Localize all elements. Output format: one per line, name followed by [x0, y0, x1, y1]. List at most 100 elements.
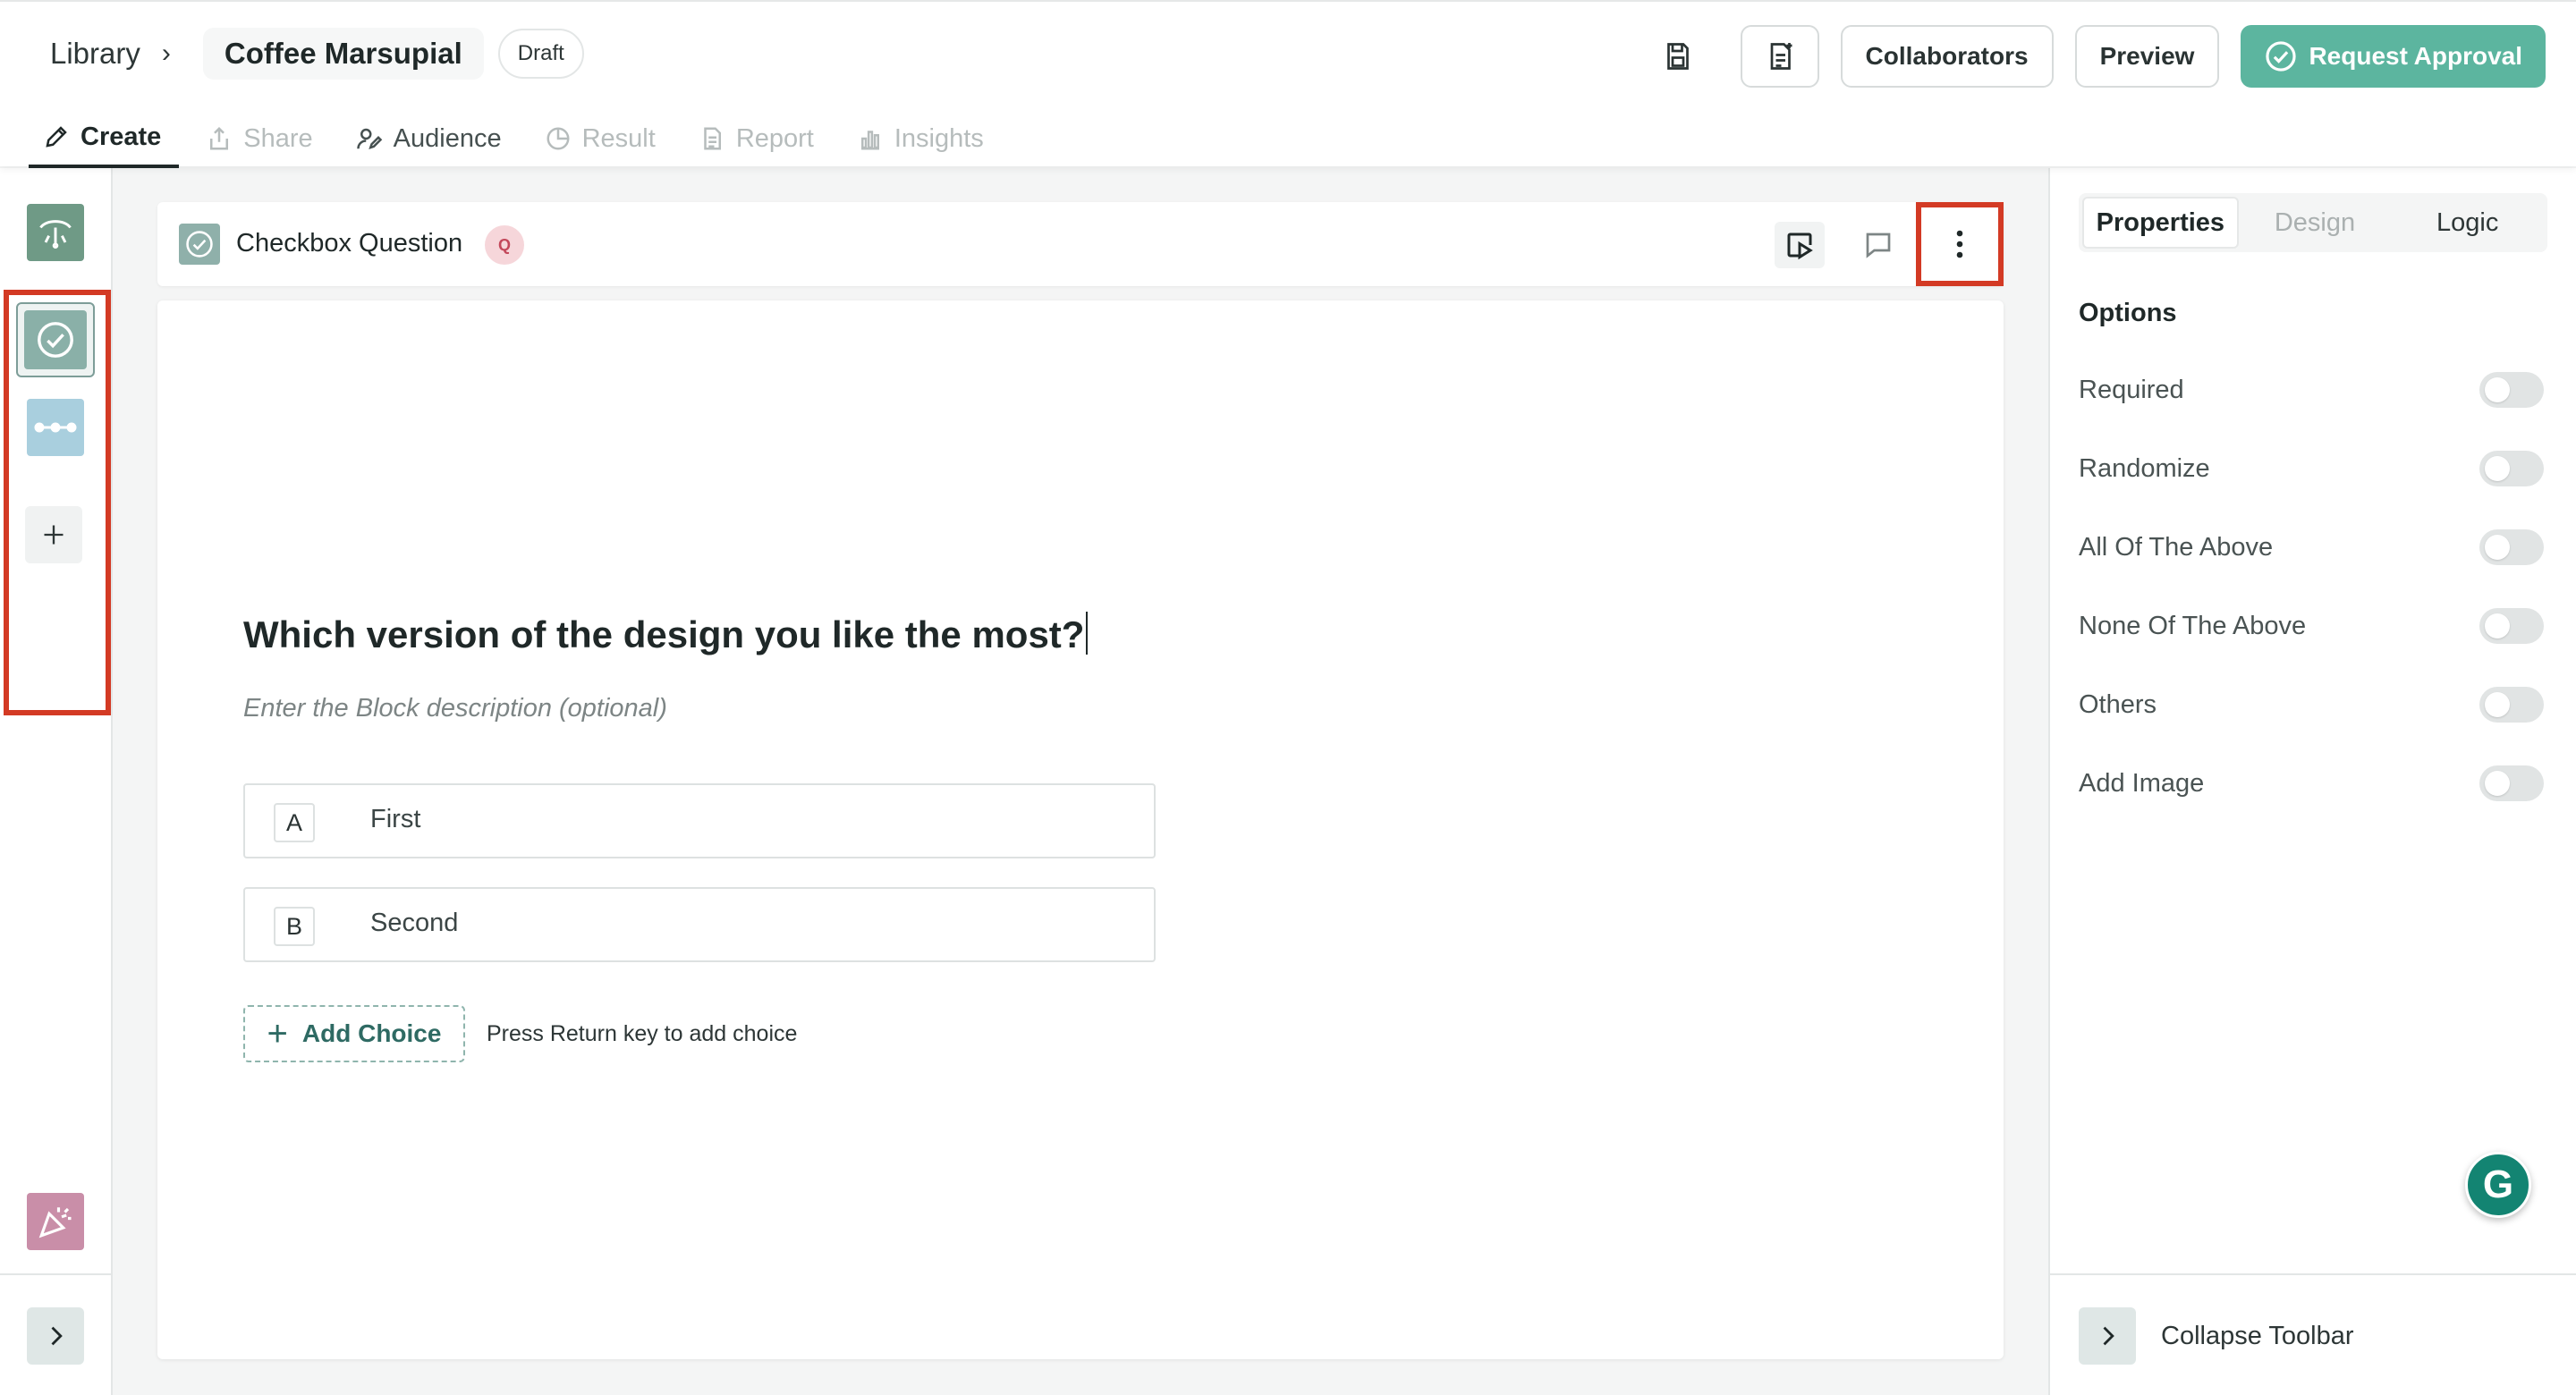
add-choice-button[interactable]: + Add Choice	[243, 1005, 465, 1062]
option-label: Others	[2079, 690, 2157, 719]
check-circle-icon	[186, 231, 213, 258]
tab-share-label: Share	[243, 123, 313, 153]
text-caret	[1086, 612, 1089, 655]
preview-button[interactable]: Preview	[2074, 25, 2220, 88]
project-title[interactable]: Coffee Marsupial	[202, 28, 484, 80]
choice-b[interactable]: B Second	[243, 887, 1156, 962]
tab-audience-label: Audience	[393, 123, 502, 153]
question-header: Checkbox Question Q	[157, 202, 2004, 286]
toggle-knob	[2485, 692, 2510, 717]
more-options-button[interactable]	[1916, 202, 2004, 286]
main-tabs: Create Share Audience Result Report Insi…	[29, 109, 1011, 168]
option-randomize: Randomize	[2079, 449, 2544, 488]
option-label: Add Image	[2079, 769, 2205, 798]
block-navigator	[0, 168, 113, 1395]
add-image-toggle[interactable]	[2479, 765, 2544, 801]
collaborators-button[interactable]: Collaborators	[1840, 25, 2054, 88]
toggle-knob	[2485, 456, 2510, 481]
toggle-knob	[2485, 771, 2510, 796]
check-circle-icon	[38, 322, 73, 358]
add-choice-label: Add Choice	[301, 1019, 442, 1047]
question-description-input[interactable]: Enter the Block description (optional)	[243, 694, 667, 723]
all-of-the-above-toggle[interactable]	[2479, 529, 2544, 565]
tab-logic[interactable]: Logic	[2391, 197, 2544, 249]
question-canvas: Which version of the design you like the…	[157, 300, 2004, 1359]
toggle-knob	[2485, 535, 2510, 560]
request-approval-label: Request Approval	[2309, 42, 2522, 70]
add-note-button[interactable]	[1740, 25, 1819, 88]
collapse-toolbar-label[interactable]: Collapse Toolbar	[2161, 1322, 2354, 1351]
document-icon	[704, 127, 721, 150]
welcome-icon	[39, 220, 72, 249]
choice-a[interactable]: A First	[243, 783, 1156, 858]
preview-question-button[interactable]	[1775, 222, 1825, 268]
tab-insights[interactable]: Insights	[841, 109, 1000, 168]
save-button[interactable]	[1651, 30, 1705, 83]
plus-icon: +	[267, 1014, 288, 1053]
tab-design[interactable]: Design	[2239, 197, 2392, 249]
welcome-block-thumbnail[interactable]	[27, 204, 84, 261]
pie-chart-icon	[547, 127, 570, 150]
tab-report[interactable]: Report	[682, 109, 830, 168]
more-vertical-icon	[1956, 230, 1963, 258]
note-add-icon	[1770, 43, 1792, 70]
option-all-of-the-above: All Of The Above	[2079, 528, 2544, 567]
top-bar: Library › Coffee Marsupial Draft Collabo…	[0, 0, 2576, 168]
collapse-toolbar-button[interactable]	[2079, 1307, 2136, 1365]
required-toggle[interactable]	[2479, 372, 2544, 408]
tab-audience[interactable]: Audience	[340, 109, 518, 168]
pencil-icon	[46, 126, 67, 148]
save-icon	[1666, 43, 1689, 70]
properties-panel: Properties Design Logic Options Required…	[2048, 168, 2576, 1395]
checkbox-question-icon	[179, 224, 220, 265]
breadcrumb-separator: ›	[161, 38, 171, 68]
option-label: All Of The Above	[2079, 533, 2274, 562]
tab-result-label: Result	[581, 123, 656, 153]
rail-divider	[0, 1273, 113, 1275]
play-preview-icon	[1787, 232, 1813, 260]
option-label: Required	[2079, 376, 2184, 404]
tab-properties[interactable]: Properties	[2082, 197, 2239, 249]
scale-question-thumbnail[interactable]	[27, 399, 84, 456]
tab-result[interactable]: Result	[529, 109, 672, 168]
question-text-input[interactable]: Which version of the design you like the…	[243, 612, 1089, 656]
chevron-right-icon	[51, 1326, 63, 1346]
request-approval-button[interactable]: Request Approval	[2241, 25, 2546, 88]
randomize-toggle[interactable]	[2479, 451, 2544, 486]
option-add-image: Add Image	[2079, 764, 2544, 803]
dots-scale-icon	[34, 422, 77, 433]
check-circle-icon	[2266, 41, 2297, 72]
tab-share[interactable]: Share	[190, 109, 328, 168]
choice-key: A	[274, 803, 315, 842]
bar-chart-icon	[860, 131, 879, 150]
choice-label[interactable]: Second	[370, 909, 458, 938]
grammarly-button[interactable]: G	[2465, 1152, 2531, 1218]
end-block-thumbnail[interactable]	[27, 1193, 84, 1250]
expand-navigator-button[interactable]	[27, 1307, 84, 1365]
none-of-the-above-toggle[interactable]	[2479, 608, 2544, 644]
share-icon	[210, 126, 229, 150]
add-block-button[interactable]	[25, 506, 82, 563]
party-popper-icon	[38, 1207, 72, 1239]
toggle-knob	[2485, 613, 2510, 638]
choice-label[interactable]: First	[370, 805, 420, 834]
tab-create[interactable]: Create	[29, 109, 180, 168]
tab-create-label: Create	[80, 122, 162, 151]
add-choice-hint: Press Return key to add choice	[487, 1021, 798, 1046]
others-toggle[interactable]	[2479, 687, 2544, 723]
question-type-label: Checkbox Question	[236, 229, 463, 258]
panel-divider	[2050, 1273, 2576, 1275]
header-actions: Collaborators Preview Request Approval	[1651, 25, 2546, 88]
checkbox-question-thumbnail[interactable]	[16, 302, 95, 377]
comment-button[interactable]	[1853, 222, 1903, 268]
chevron-right-icon	[2103, 1326, 2114, 1346]
status-badge: Draft	[497, 29, 584, 79]
choice-key: B	[274, 907, 315, 946]
breadcrumb-library[interactable]: Library	[50, 37, 140, 71]
panel-tabs: Properties Design Logic	[2079, 193, 2547, 252]
toggle-knob	[2485, 377, 2510, 402]
audience-icon	[356, 128, 382, 149]
option-required: Required	[2079, 370, 2544, 410]
option-label: Randomize	[2079, 454, 2210, 483]
option-none-of-the-above: None Of The Above	[2079, 606, 2544, 646]
